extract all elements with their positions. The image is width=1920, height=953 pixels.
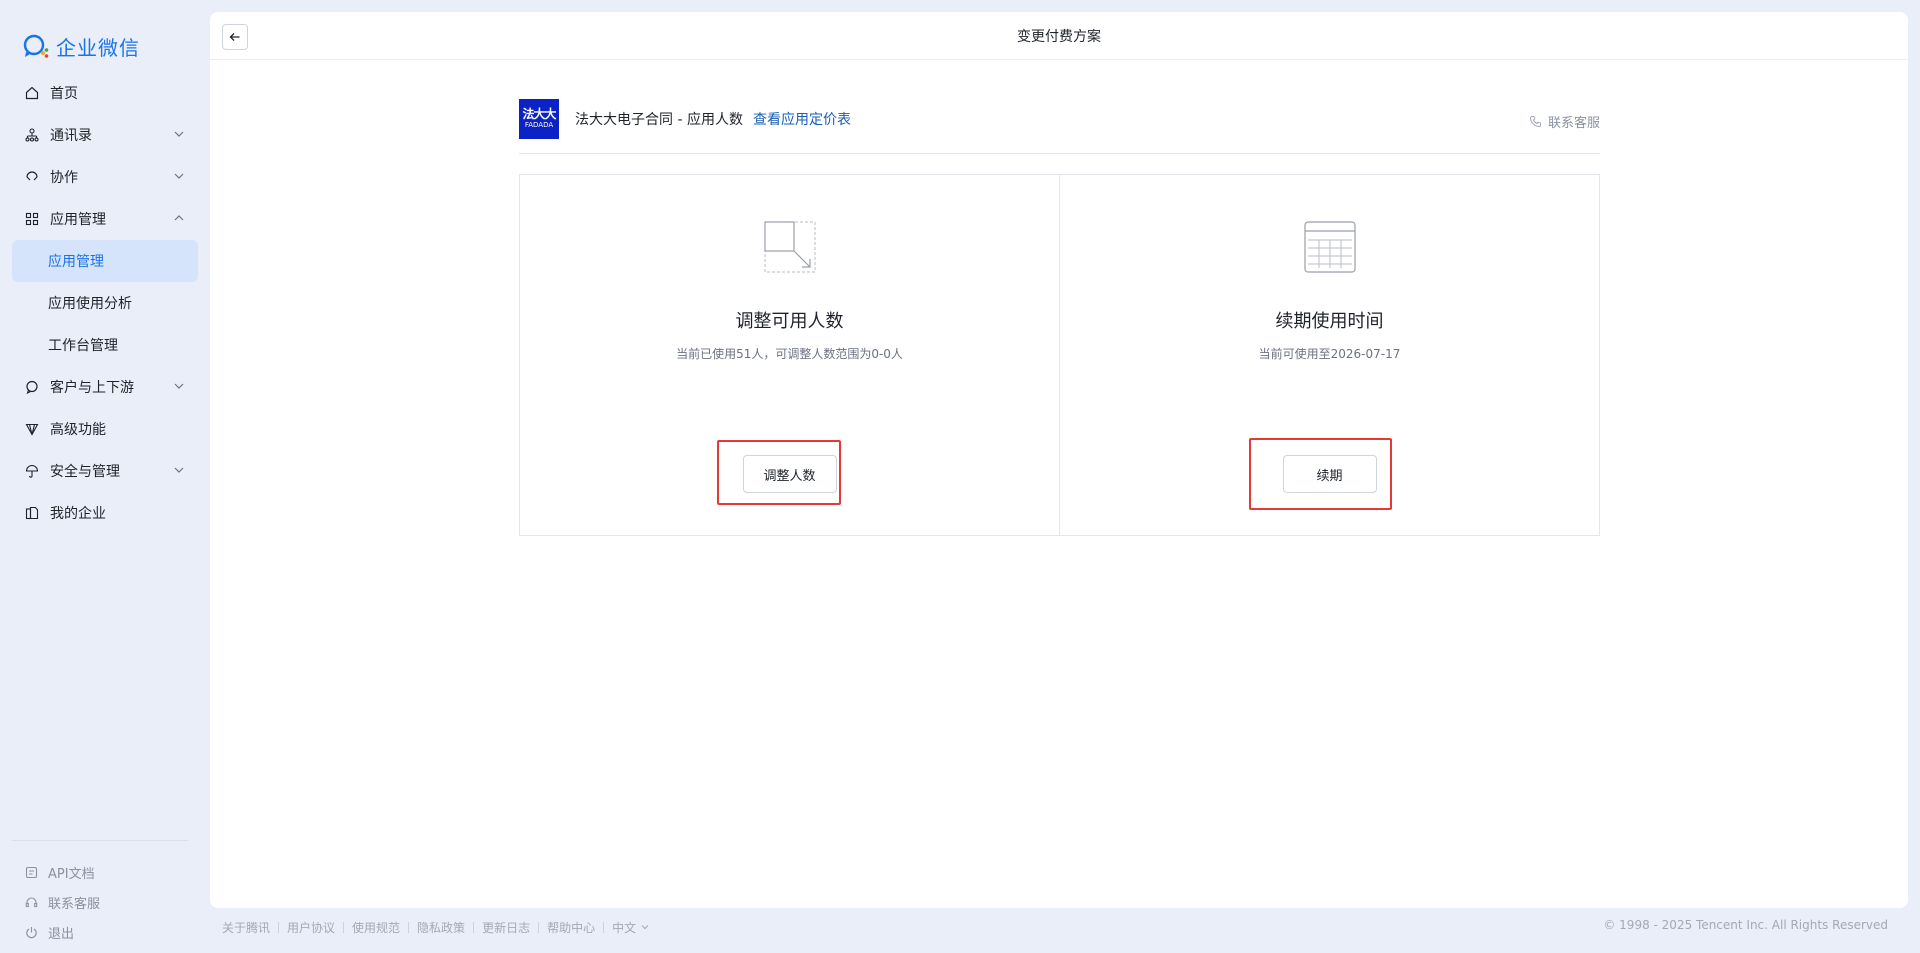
- chevron-down-icon: [174, 173, 184, 179]
- sidebar: 企业微信 首页 通讯录 协作 应用管理 应用管理 应用使用分析 工作台管理 客户…: [0, 0, 210, 953]
- footer-divider: [538, 921, 540, 933]
- collaboration-icon: [24, 169, 40, 185]
- language-label: 中文: [612, 920, 637, 935]
- adjust-seats-title: 调整可用人数: [735, 311, 844, 332]
- pricing-table-link[interactable]: 查看应用定价表: [753, 109, 851, 129]
- sidebar-item-contacts[interactable]: 通讯录: [12, 114, 198, 156]
- home-icon: [24, 85, 40, 101]
- sidebar-item-home[interactable]: 首页: [12, 72, 198, 114]
- sidebar-item-my-company[interactable]: 我的企业: [12, 492, 198, 534]
- page-title: 变更付费方案: [1017, 29, 1101, 45]
- sidebar-bottom: API文档 联系客服 退出: [12, 840, 188, 947]
- adjust-seats-desc: 当前已使用51人，可调整人数范围为0-0人: [676, 347, 903, 361]
- building-icon: [24, 505, 40, 521]
- footer-link-usage-rules[interactable]: 使用规范: [352, 919, 400, 936]
- app-name: 法大大电子合同 - 应用人数: [575, 111, 743, 128]
- footer-divider: [473, 921, 475, 933]
- sidebar-item-label: 我的企业: [50, 506, 106, 522]
- umbrella-icon: [24, 463, 40, 479]
- headset-icon: [24, 895, 38, 909]
- footer-link-help[interactable]: 帮助中心: [547, 919, 595, 936]
- sidebar-item-label: 工作台管理: [48, 338, 118, 354]
- document-icon: [24, 865, 38, 879]
- footer-divider: [603, 921, 605, 933]
- sidebar-item-label: 应用使用分析: [48, 296, 132, 312]
- plan-content: 法大大 FADADA 法大大电子合同 - 应用人数 查看应用定价表 联系客服 调…: [519, 84, 1600, 536]
- sidebar-item-label: 通讯录: [50, 128, 92, 144]
- renew-desc: 当前可使用至2026-07-17: [1258, 347, 1401, 361]
- language-selector[interactable]: 中文: [612, 919, 650, 936]
- footer-link-privacy[interactable]: 隐私政策: [417, 919, 465, 936]
- sidebar-item-label: 高级功能: [50, 422, 106, 438]
- sidebar-item-advanced-features[interactable]: 高级功能: [12, 408, 198, 450]
- brand-logo[interactable]: 企业微信: [22, 30, 140, 62]
- contact-support-link[interactable]: 联系客服: [12, 887, 188, 917]
- sidebar-item-app-management[interactable]: 应用管理: [12, 198, 198, 240]
- footer-link-user-agreement[interactable]: 用户协议: [287, 919, 335, 936]
- apps-grid-icon: [24, 211, 40, 227]
- app-info-row: 法大大 FADADA 法大大电子合同 - 应用人数 查看应用定价表 联系客服: [519, 84, 1600, 154]
- sidebar-item-label: 客户与上下游: [50, 380, 134, 396]
- app-logo: 法大大 FADADA: [519, 98, 559, 139]
- sidebar-item-collaboration[interactable]: 协作: [12, 156, 198, 198]
- plan-cards: 调整可用人数 当前已使用51人，可调整人数范围为0-0人 调整人数 续期使用时间…: [519, 174, 1600, 536]
- renew-title: 续期使用时间: [1275, 311, 1384, 332]
- footer-divider: [408, 921, 410, 933]
- chevron-up-icon: [174, 215, 184, 221]
- org-chart-icon: [24, 127, 40, 143]
- sidebar-item-label: 安全与管理: [50, 464, 120, 480]
- chat-bubble-icon: [24, 379, 40, 395]
- contact-support-label: 联系客服: [48, 896, 101, 912]
- footer-links: 关于腾讯 用户协议 使用规范 隐私政策 更新日志 帮助中心 中文: [222, 918, 650, 936]
- wecom-logo-icon: [23, 34, 49, 58]
- sidebar-nav: 首页 通讯录 协作 应用管理 应用管理 应用使用分析 工作台管理 客户与上下游 …: [12, 72, 198, 534]
- logout-link[interactable]: 退出: [12, 917, 188, 947]
- renew-card: 续期使用时间 当前可使用至2026-07-17 续期: [1059, 175, 1599, 535]
- support-link-label: 联系客服: [1547, 116, 1600, 131]
- diamond-icon: [24, 421, 40, 437]
- sidebar-item-label: 首页: [50, 86, 78, 102]
- sidebar-item-security[interactable]: 安全与管理: [12, 450, 198, 492]
- power-icon: [24, 925, 38, 939]
- sidebar-item-label: 协作: [50, 170, 78, 186]
- sidebar-item-label: 应用管理: [48, 254, 104, 270]
- footer-link-changelog[interactable]: 更新日志: [482, 919, 530, 936]
- footer-divider: [343, 921, 345, 933]
- copyright: © 1998 - 2025 Tencent Inc. All Rights Re…: [1603, 918, 1888, 932]
- panel-header: 变更付费方案: [210, 12, 1908, 60]
- chevron-down-icon: [174, 383, 184, 389]
- app-logo-line1: 法大大: [522, 106, 556, 121]
- footer-divider: [278, 921, 280, 933]
- api-docs-label: API文档: [48, 866, 95, 882]
- brand-name: 企业微信: [56, 35, 140, 60]
- sidebar-subitem-workbench-management[interactable]: 工作台管理: [12, 324, 198, 366]
- adjust-seats-button[interactable]: 调整人数: [742, 455, 837, 493]
- footer-link-about[interactable]: 关于腾讯: [222, 919, 270, 936]
- sidebar-subitem-app-management[interactable]: 应用管理: [12, 240, 198, 282]
- contact-support-button[interactable]: 联系客服: [1529, 112, 1600, 131]
- main-panel: 变更付费方案 法大大 FADADA 法大大电子合同 - 应用人数 查看应用定价表…: [210, 12, 1908, 908]
- app-logo-line2: FADADA: [524, 120, 554, 129]
- logout-label: 退出: [48, 926, 75, 942]
- phone-icon: [1529, 115, 1542, 128]
- sidebar-subitem-app-usage-analysis[interactable]: 应用使用分析: [12, 282, 198, 324]
- resize-icon: [763, 221, 815, 273]
- chevron-down-icon: [174, 467, 184, 473]
- chevron-down-icon: [641, 925, 649, 930]
- sidebar-item-label: 应用管理: [50, 212, 106, 228]
- adjust-seats-card: 调整可用人数 当前已使用51人，可调整人数范围为0-0人 调整人数: [520, 175, 1059, 535]
- calendar-table-icon: [1303, 221, 1356, 273]
- api-docs-link[interactable]: API文档: [12, 857, 188, 887]
- sidebar-item-customers[interactable]: 客户与上下游: [12, 366, 198, 408]
- renew-button[interactable]: 续期: [1282, 455, 1377, 493]
- chevron-down-icon: [174, 131, 184, 137]
